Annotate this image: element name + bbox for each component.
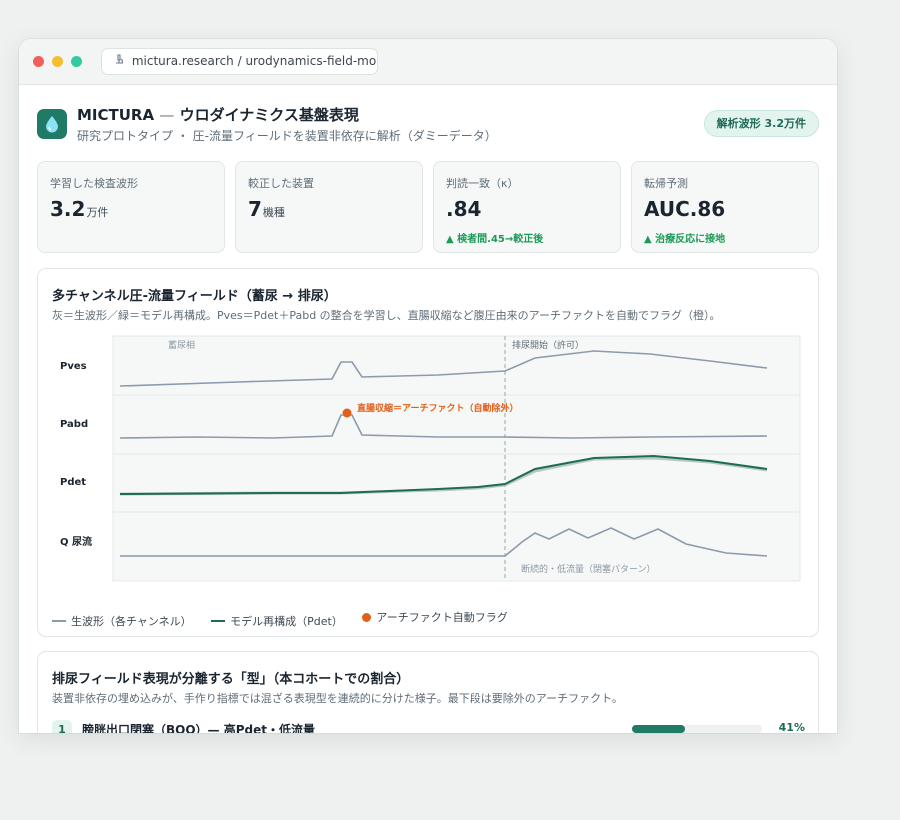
kpi-card-waveforms: 学習した検査波形 3.2万件: [37, 161, 225, 253]
type-row-number: 1: [52, 720, 72, 733]
type-row-bar-fill: [632, 725, 686, 733]
brand-name: MICTURA: [77, 106, 155, 124]
type-row-label: 膀胱出口閉塞（BOO）— 高Pdet・低流量: [82, 723, 315, 733]
kpi-label: 較正した装置: [248, 177, 314, 190]
address-bar-text: mictura.research / urodynamics-field-mod…: [131, 54, 378, 68]
channel-label-pves: Pves: [60, 361, 87, 372]
phase-label-storage: 蓄尿相: [168, 339, 195, 351]
legend-item-model: モデル再構成（Pdet）: [211, 613, 343, 629]
title-separator: —: [159, 106, 175, 124]
browser-titlebar: mictura.research / urodynamics-field-mod…: [19, 39, 837, 85]
kpi-value: .84: [446, 197, 482, 221]
card-title: 排尿フィールド表現が分離する「型」（本コホートでの割合）: [52, 672, 410, 687]
kpi-card-devices: 較正した装置 7機種: [235, 161, 423, 253]
close-window-button[interactable]: [33, 56, 44, 67]
chart-plot-area: [112, 335, 801, 582]
type-row-percent: 41%: [778, 721, 805, 733]
kpi-delta: ▲ 治療反応に接地: [644, 234, 726, 245]
address-bar[interactable]: mictura.research / urodynamics-field-mod…: [101, 48, 378, 75]
title-text: ウロダイナミクス基盤表現: [179, 106, 359, 124]
kpi-card-agreement: 判読一致（κ） .84 ▲ 検者間.45→較正後: [433, 161, 621, 253]
type-row-bar: [632, 725, 762, 733]
microscope-icon: [114, 49, 128, 74]
page-subtitle: 研究プロトタイプ ・ 圧-流量フィールドを装置非依存に解析（ダミーデータ）: [77, 129, 497, 143]
kpi-value: AUC.86: [644, 197, 726, 221]
channel-label-q: Q 尿流: [60, 535, 92, 548]
legend-item-raw: 生波形（各チャンネル）: [52, 613, 192, 629]
page-title: MICTURA — ウロダイナミクス基盤表現: [77, 104, 359, 125]
channel-label-pdet: Pdet: [60, 477, 86, 488]
multichannel-chart: Pves Pabd Pdet Q 尿流 蓄尿相 排尿開始（許可） 直腸収縮＝アー…: [60, 335, 801, 582]
page-content: MICTURA — ウロダイナミクス基盤表現 研究プロトタイプ ・ 圧-流量フィ…: [19, 85, 837, 733]
minimize-window-button[interactable]: [52, 56, 63, 67]
artifact-annotation: 直腸収縮＝アーチファクト（自動除外）: [357, 402, 518, 414]
kpi-label: 転帰予測: [644, 177, 688, 190]
browser-window: mictura.research / urodynamics-field-mod…: [19, 39, 837, 733]
kpi-card-outcome: 転帰予測 AUC.86 ▲ 治療反応に接地: [631, 161, 819, 253]
artifact-flag-marker[interactable]: [342, 408, 352, 418]
card-description: 装置非依存の埋め込みが、手作り指標では混ざる表現型を連続的に分けた様子。最下段は…: [52, 692, 623, 705]
pressure-flow-field-card: 多チャンネル圧-流量フィールド（蓄尿 → 排尿） 灰＝生波形／緑＝モデル再構成。…: [37, 268, 819, 637]
kpi-value: 3.2万件: [50, 197, 109, 221]
waveform-count-badge: 解析波形 3.2万件: [703, 110, 819, 137]
phase-label-voiding: 排尿開始（許可）: [512, 339, 584, 351]
flow-pattern-annotation: 断続的・低流量（閉塞パターン）: [521, 563, 656, 575]
kpi-value: 7機種: [248, 197, 285, 221]
phenotype-types-card: 排尿フィールド表現が分離する「型」（本コホートでの割合） 装置非依存の埋め込みが…: [37, 651, 819, 733]
maximize-window-button[interactable]: [71, 56, 82, 67]
kpi-label: 学習した検査波形: [50, 177, 138, 190]
legend-item-artifact: アーチファクト自動フラグ: [362, 609, 508, 625]
chart-legend: 生波形（各チャンネル） モデル再構成（Pdet） アーチファクト自動フラグ: [52, 609, 524, 629]
channel-label-pabd: Pabd: [60, 419, 88, 430]
droplet-icon: [37, 109, 67, 139]
kpi-delta: ▲ 検者間.45→較正後: [446, 234, 544, 245]
kpi-label: 判読一致（κ）: [446, 177, 519, 190]
